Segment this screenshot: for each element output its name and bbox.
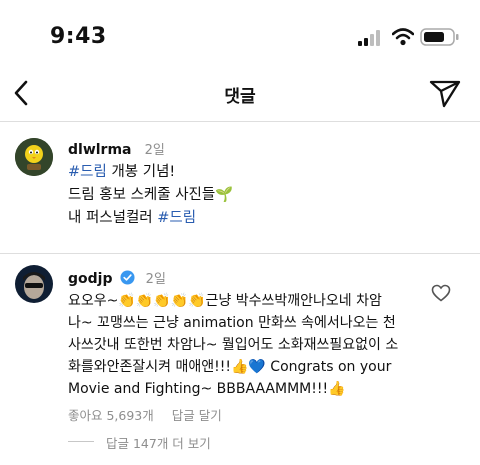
likes-count[interactable]: 좋아요 5,693개 — [68, 408, 154, 423]
battery-icon — [420, 28, 459, 46]
caption-avatar[interactable] — [15, 138, 53, 176]
hashtag-link[interactable]: #드림 — [157, 210, 196, 226]
avatar-image — [15, 138, 53, 176]
header-divider — [0, 121, 480, 122]
caption-age: 2일 — [144, 143, 165, 158]
seedling-emoji: 🌱 — [215, 187, 234, 203]
send-button[interactable] — [428, 76, 462, 110]
caption-username[interactable]: dlwlrma — [68, 142, 132, 158]
avatar-image — [15, 265, 53, 303]
caption-line-2: 드림 홍보 스케줄 사진들🌱 — [68, 187, 234, 203]
comment-avatar[interactable] — [15, 265, 53, 303]
heart-icon[interactable] — [431, 284, 451, 302]
comment-actions: 좋아요 5,693개 답글 달기 — [68, 405, 222, 424]
comment-line-1: 요오우~👏👏👏👏👏근냥 박수쓰박깨안나오네 차암 — [68, 293, 382, 309]
reply-button[interactable]: 답글 달기 — [172, 408, 222, 423]
clapping-emoji: 👏👏👏👏👏 — [118, 293, 206, 309]
thumbs-up-emoji: 👍 — [328, 381, 346, 397]
comment-line-5: Movie and Fighting~ BBBAAAMMM!!!👍 — [68, 381, 346, 397]
page-title: 댓글 — [224, 87, 256, 107]
replies-divider — [68, 441, 94, 442]
comment-age: 2일 — [145, 272, 166, 287]
send-icon — [429, 80, 461, 108]
comment-header: godjp 2일 — [68, 268, 166, 287]
caption-line-1: #드림 개봉 기념! — [68, 164, 176, 180]
comment-username[interactable]: godjp — [68, 271, 112, 287]
caption-divider — [0, 253, 480, 254]
caption-header: dlwlrma 2일 — [68, 139, 165, 158]
verified-icon — [120, 270, 135, 285]
wifi-icon — [392, 28, 414, 46]
comment-line-4: 화를와안존잘시켜 매애앤!!!👍💙 Congrats on your — [68, 359, 392, 375]
signal-icon — [358, 30, 380, 46]
thumbs-heart-emoji: 👍💙 — [230, 359, 266, 375]
hashtag-link[interactable]: #드림 — [68, 164, 107, 180]
status-time: 9:43 — [50, 24, 107, 49]
caption-line-3: 내 퍼스널컬러 #드림 — [68, 210, 197, 226]
view-replies-button[interactable]: 답글 147개 더 보기 — [106, 433, 211, 452]
comment-line-3: 사쓰갓내 또한번 차암나~ 뭘입어도 소화재쓰필요없이 소 — [68, 337, 399, 353]
comment-line-2: 나~ 꼬맹쓰는 근냥 animation 만화쓰 속에서나오는 천 — [68, 315, 396, 331]
